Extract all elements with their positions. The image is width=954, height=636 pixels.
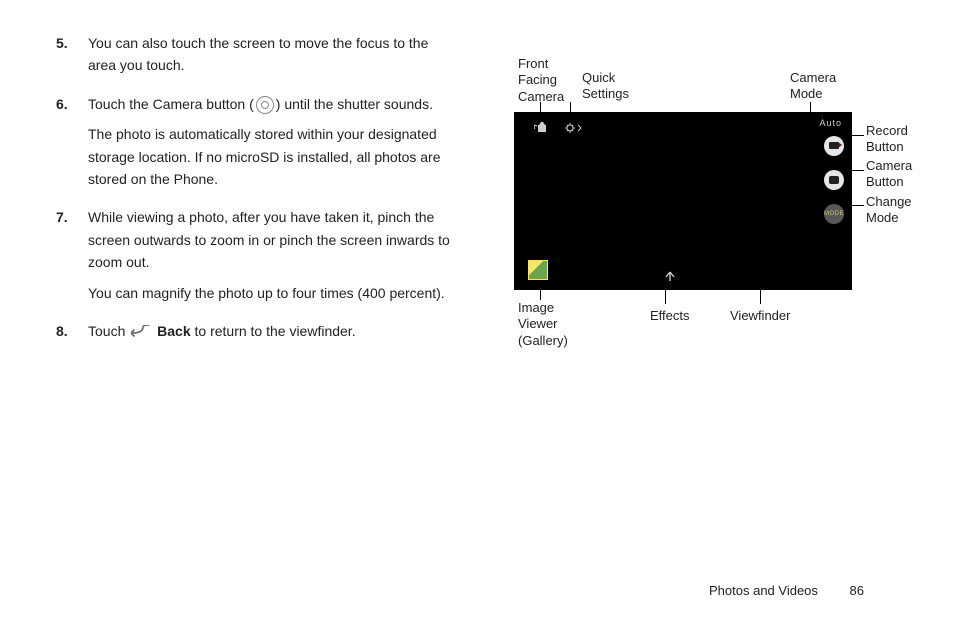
callout-image-viewer: Image Viewer (Gallery) xyxy=(518,300,578,349)
step-5: 5. You can also touch the screen to move… xyxy=(56,32,456,85)
camera-mode-label[interactable]: Auto xyxy=(819,118,842,128)
step-text: The photo is automatically stored within… xyxy=(88,123,456,190)
gallery-thumbnail-icon[interactable] xyxy=(528,260,548,280)
camera-viewfinder-screenshot: Auto MODE xyxy=(514,112,852,290)
callout-camera-mode: Camera Mode xyxy=(790,70,850,103)
footer-page-number: 86 xyxy=(850,583,864,598)
back-label: Back xyxy=(157,323,190,339)
step-number: 7. xyxy=(56,206,88,312)
step-text: Touch the Camera button () until the shu… xyxy=(88,93,456,115)
step-text: You can magnify the photo up to four tim… xyxy=(88,282,456,304)
footer-section: Photos and Videos xyxy=(709,583,818,598)
step-text: Touch Back to return to the viewfinder. xyxy=(88,320,456,343)
camera-ui-figure: Front Facing Camera Quick Settings Camer… xyxy=(500,30,920,350)
step-8: 8. Touch Back to return to the viewfinde… xyxy=(56,320,456,351)
page-footer: Photos and Videos 86 xyxy=(709,583,864,598)
effects-up-arrow-icon[interactable] xyxy=(664,270,676,284)
step-7: 7. While viewing a photo, after you have… xyxy=(56,206,456,312)
record-button-icon[interactable] xyxy=(824,136,844,156)
callout-viewfinder: Viewfinder xyxy=(730,308,790,324)
back-icon xyxy=(131,321,151,343)
step-number: 6. xyxy=(56,93,88,199)
step-text: You can also touch the screen to move th… xyxy=(88,32,456,77)
callout-quick-settings: Quick Settings xyxy=(582,70,642,103)
callout-effects: Effects xyxy=(650,308,690,324)
camera-button-icon xyxy=(256,96,274,114)
step-6: 6. Touch the Camera button () until the … xyxy=(56,93,456,199)
connector-line xyxy=(540,290,541,300)
camera-button-icon[interactable] xyxy=(824,170,844,190)
callout-record-button: Record Button xyxy=(866,123,908,156)
step-number: 8. xyxy=(56,320,88,351)
front-camera-icon[interactable] xyxy=(534,122,550,137)
quick-settings-icon[interactable] xyxy=(564,122,582,137)
callout-change-mode: Change Mode xyxy=(866,194,912,227)
change-mode-button[interactable]: MODE xyxy=(824,204,844,224)
step-text: While viewing a photo, after you have ta… xyxy=(88,206,456,273)
callout-front-facing-camera: Front Facing Camera xyxy=(518,56,578,105)
instruction-list: 5. You can also touch the screen to move… xyxy=(56,32,456,359)
step-number: 5. xyxy=(56,32,88,85)
callout-camera-button: Camera Button xyxy=(866,158,912,191)
